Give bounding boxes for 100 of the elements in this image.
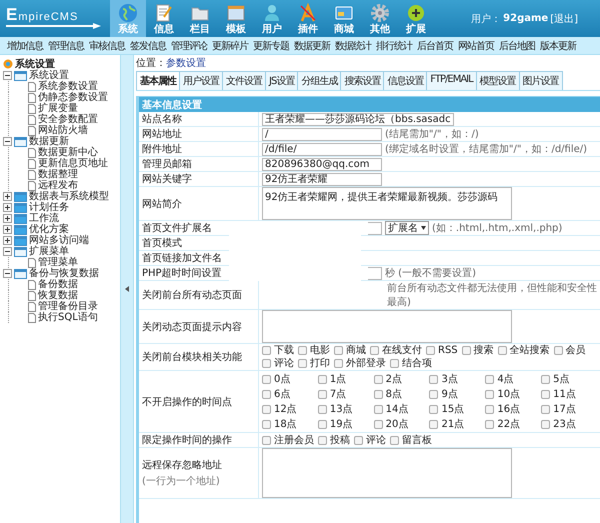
settings-tab[interactable]: 文件设置: [222, 71, 266, 90]
text-area[interactable]: 92仿王者荣耀网，提供王者荣耀最新视频。莎莎源码: [262, 187, 512, 220]
tree-item[interactable]: 数据更新中心: [38, 147, 98, 158]
checkbox[interactable]: 10点: [485, 387, 538, 401]
tree-folder[interactable]: 网站多访问端: [29, 235, 89, 246]
checkbox[interactable]: 14点: [374, 402, 426, 416]
settings-tab[interactable]: 基本属性: [136, 71, 180, 90]
settings-tab[interactable]: 模型设置: [476, 71, 520, 90]
checkbox[interactable]: 会员: [554, 344, 586, 357]
checkbox[interactable]: 在线支付: [370, 344, 422, 357]
expand-icon[interactable]: [3, 203, 12, 212]
checkbox[interactable]: 12点: [262, 402, 314, 416]
checkbox[interactable]: 21点: [429, 417, 482, 431]
tree-folder[interactable]: 工作流: [29, 213, 59, 224]
checkbox[interactable]: 4点: [485, 372, 538, 386]
settings-tab[interactable]: 图片设置: [518, 71, 563, 90]
checkbox[interactable]: 8点: [374, 387, 426, 401]
menu-link[interactable]: 后台地图: [498, 38, 536, 52]
text-field[interactable]: /: [262, 128, 382, 140]
checkbox[interactable]: 商城: [334, 344, 366, 357]
expand-icon[interactable]: [3, 225, 12, 234]
menu-link[interactable]: 更新碎片: [211, 38, 249, 52]
settings-tab[interactable]: FTP/EMAIL: [426, 71, 477, 90]
menu-link[interactable]: 增加信息: [6, 38, 44, 52]
checkbox[interactable]: 23点: [541, 417, 593, 431]
checkbox[interactable]: 全站搜索: [498, 344, 550, 357]
nav-tab[interactable]: 商城: [326, 0, 362, 37]
checkbox[interactable]: 1点: [318, 372, 370, 386]
tree-item[interactable]: 扩展变量: [38, 103, 78, 114]
tree-folder[interactable]: 数据表与系统模型: [29, 191, 109, 202]
checkbox[interactable]: 搜索: [462, 344, 494, 357]
checkbox[interactable]: 9点: [429, 387, 482, 401]
menu-link[interactable]: 管理评论: [170, 38, 208, 52]
text-field[interactable]: 92仿王者荣耀: [262, 172, 382, 186]
settings-tab[interactable]: 分组生成: [297, 71, 342, 90]
tree-folder[interactable]: 备份与恢复数据: [29, 268, 99, 279]
checkbox[interactable]: 留言板: [390, 434, 432, 446]
text-field[interactable]: 820896380@qq.com: [262, 158, 382, 170]
expand-icon[interactable]: [3, 214, 12, 223]
collapse-icon[interactable]: [3, 247, 12, 256]
tree-item[interactable]: 管理菜单: [38, 257, 78, 268]
checkbox[interactable]: 22点: [485, 417, 538, 431]
nav-tab[interactable]: 扩展: [398, 0, 434, 37]
tree-item[interactable]: 执行SQL语句: [38, 312, 98, 323]
tree-item[interactable]: 系统参数设置: [38, 81, 98, 92]
settings-tab[interactable]: JS设置: [265, 71, 298, 90]
collapse-icon[interactable]: [3, 137, 12, 146]
tree-item[interactable]: 数据整理: [38, 169, 78, 180]
checkbox[interactable]: 打印: [298, 357, 330, 370]
checkbox[interactable]: 15点: [429, 402, 482, 416]
collapse-icon[interactable]: [3, 269, 12, 278]
checkbox[interactable]: 0点: [262, 372, 314, 386]
checkbox[interactable]: 评论: [354, 434, 386, 446]
tree-item[interactable]: 安全参数配置: [38, 114, 98, 125]
tree-folder[interactable]: 计划任务: [29, 202, 69, 213]
tree-item[interactable]: 恢复数据: [38, 290, 78, 301]
text-field[interactable]: 王者荣耀——莎莎源码论坛（bbs.sasadc: [262, 112, 454, 126]
checkbox[interactable]: 11点: [541, 387, 593, 401]
checkbox[interactable]: 7点: [318, 387, 370, 401]
tree-item[interactable]: 伪静态参数设置: [38, 92, 108, 103]
menu-link[interactable]: 签发信息: [129, 38, 167, 52]
nav-tab[interactable]: 模板: [218, 0, 254, 37]
checkbox[interactable]: 18点: [262, 417, 314, 431]
menu-link[interactable]: 审核信息: [88, 38, 126, 52]
menu-link[interactable]: 网站首页: [457, 38, 495, 52]
tree-folder[interactable]: 系统设置: [29, 70, 69, 81]
nav-tab[interactable]: 信息: [146, 0, 182, 37]
text-field[interactable]: [368, 266, 382, 280]
checkbox[interactable]: 外部登录: [334, 357, 386, 370]
checkbox[interactable]: 13点: [318, 402, 370, 416]
checkbox[interactable]: RSS: [426, 344, 458, 357]
tree-folder[interactable]: 扩展菜单: [29, 246, 69, 257]
text-field[interactable]: [368, 222, 382, 234]
collapse-icon[interactable]: [3, 71, 12, 80]
checkbox[interactable]: 20点: [374, 417, 426, 431]
menu-link[interactable]: 更新专题: [252, 38, 290, 52]
nav-tab[interactable]: 栏目: [182, 0, 218, 37]
nav-tab[interactable]: 插件: [290, 0, 326, 37]
checkbox[interactable]: 下载: [262, 344, 294, 357]
settings-tab[interactable]: 搜索设置: [340, 71, 384, 90]
menu-link[interactable]: 版本更新: [539, 38, 577, 52]
menu-link[interactable]: 后台首页: [416, 38, 454, 52]
logout-link[interactable]: [退出]: [550, 12, 578, 26]
extension-select[interactable]: 扩展名: [385, 221, 429, 235]
settings-tab[interactable]: 用户设置: [179, 71, 223, 90]
checkbox[interactable]: 注册会员: [262, 434, 314, 446]
menu-link[interactable]: 排行统计: [375, 38, 413, 52]
tree-item[interactable]: 网站防火墙: [38, 125, 88, 136]
tree-item[interactable]: 远程发布: [38, 180, 78, 191]
checkbox[interactable]: 16点: [485, 402, 538, 416]
tree-item[interactable]: 管理备份目录: [38, 301, 98, 312]
checkbox[interactable]: 评论: [262, 357, 294, 370]
nav-tab[interactable]: 其他: [362, 0, 398, 37]
expand-icon[interactable]: [3, 192, 12, 201]
menu-link[interactable]: 管理信息: [47, 38, 85, 52]
checkbox[interactable]: 电影: [298, 344, 330, 357]
text-field[interactable]: /d/file/: [262, 142, 382, 156]
breadcrumb-link[interactable]: 参数设置: [166, 56, 206, 70]
settings-tab[interactable]: 信息设置: [383, 71, 428, 90]
expand-icon[interactable]: [3, 236, 12, 245]
